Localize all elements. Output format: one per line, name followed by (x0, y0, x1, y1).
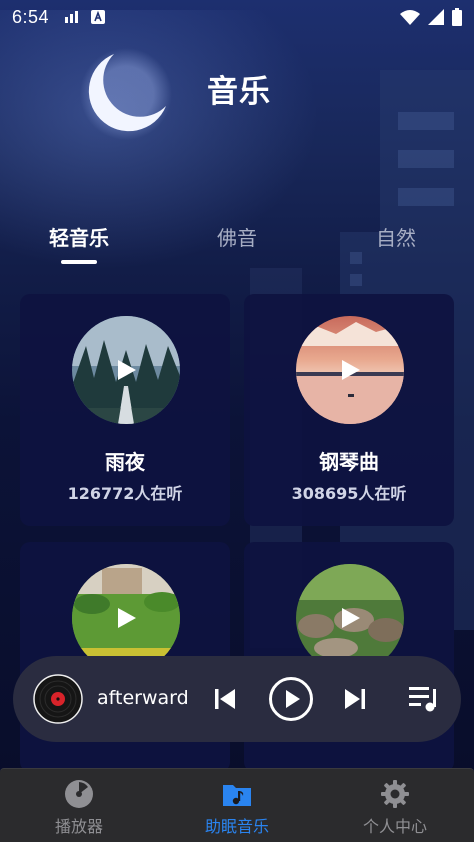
previous-icon[interactable] (213, 687, 237, 711)
status-time: 6:54 (12, 6, 50, 27)
nav-item-player[interactable]: 播放器 (19, 779, 139, 837)
playlist-icon[interactable] (409, 685, 439, 713)
gear-icon (381, 780, 409, 808)
status-bar: 6:54 (0, 0, 474, 34)
player-track-title: afterward (97, 687, 189, 709)
card-title: 雨夜 (105, 450, 145, 474)
page-title: 音乐 (207, 74, 271, 110)
card-art-misty-forest-road (72, 316, 180, 424)
play-icon[interactable] (115, 359, 137, 381)
play-icon[interactable] (339, 359, 361, 381)
tab-light-music[interactable]: 轻音乐 (39, 222, 119, 251)
tab-nature[interactable]: 自然 (356, 222, 436, 251)
nav-label-player: 播放器 (54, 817, 103, 836)
nav-item-profile[interactable]: 个人中心 (335, 779, 455, 837)
disc-icon (65, 780, 93, 808)
music-folder-icon (223, 785, 251, 806)
card-title: 钢琴曲 (319, 450, 379, 474)
data-activity-icon (65, 11, 79, 23)
music-card-rainy-night[interactable]: 雨夜 126772人在听 (20, 294, 230, 526)
nav-item-sleep-music[interactable]: 助眠音乐 (177, 779, 297, 837)
nav-label-profile: 个人中心 (362, 817, 427, 836)
text-a-icon (91, 10, 106, 24)
music-card-piano[interactable]: 钢琴曲 308695人在听 (244, 294, 454, 526)
mini-player[interactable]: afterward (13, 656, 461, 742)
tab-buddhist-music[interactable]: 佛音 (197, 222, 277, 251)
bottom-nav: 播放器 助眠音乐 个人中心 (0, 768, 474, 842)
play-pause-button[interactable] (268, 676, 314, 722)
card-listener-count: 126772人在听 (67, 484, 183, 503)
next-icon[interactable] (343, 687, 367, 711)
vinyl-disc-icon[interactable] (33, 674, 83, 724)
signal-icon (428, 9, 444, 25)
moon-icon (80, 48, 172, 140)
nav-label-sleep-music: 助眠音乐 (204, 817, 269, 836)
card-listener-count: 308695人在听 (291, 484, 407, 503)
play-icon[interactable] (115, 607, 137, 629)
tab-indicator (61, 260, 97, 264)
card-art-sunset-lake (296, 316, 404, 424)
wifi-icon (400, 10, 420, 25)
category-tabs: 轻音乐 佛音 自然 (0, 222, 474, 272)
battery-icon (452, 8, 462, 26)
play-icon[interactable] (339, 607, 361, 629)
